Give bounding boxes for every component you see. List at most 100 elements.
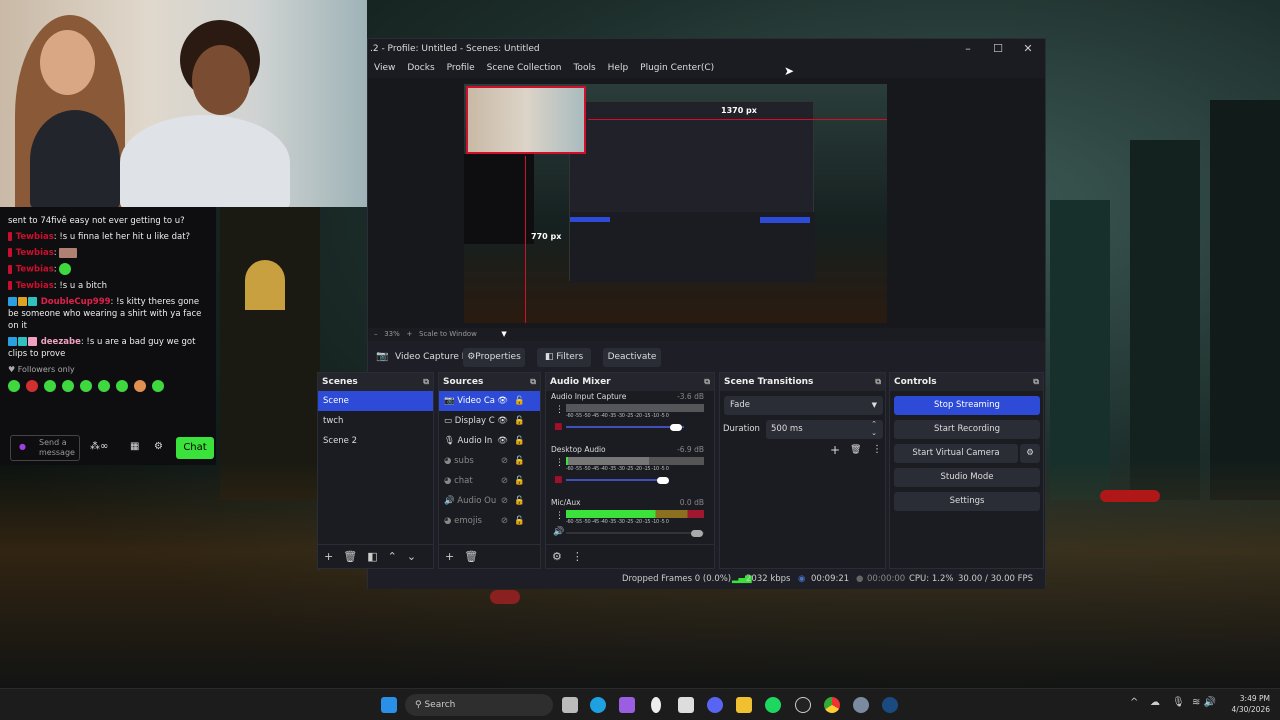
username[interactable]: Tewbias: [16, 232, 54, 242]
move-down-icon[interactable]: ⌄: [407, 550, 416, 563]
trash-icon[interactable]: 🗑: [464, 550, 478, 563]
eye-hidden-icon[interactable]: ⊘: [501, 471, 508, 491]
more-options-icon[interactable]: ⋮: [872, 444, 882, 455]
source-item[interactable]: 🎙 Audio In 👁 🔓: [439, 431, 540, 451]
emote-icon[interactable]: [44, 379, 56, 392]
zoom-in-button[interactable]: +: [406, 330, 412, 338]
properties-button[interactable]: ⚙Properties: [463, 348, 525, 367]
zoom-out-button[interactable]: –: [374, 330, 378, 338]
source-item[interactable]: 🔊 Audio Ou ⊘ 🔓: [439, 491, 540, 511]
virtual-camera-settings-gear-icon[interactable]: ⚙: [1020, 444, 1040, 463]
username[interactable]: Tewbias: [16, 248, 54, 258]
file-explorer-icon[interactable]: [736, 697, 752, 713]
clock[interactable]: 3:49 PM 4/30/2026: [1228, 693, 1270, 715]
undock-icon[interactable]: ⧉: [423, 373, 429, 391]
menu-profile[interactable]: Profile: [447, 63, 475, 73]
eye-icon[interactable]: 👁: [497, 431, 508, 451]
volume-slider[interactable]: [566, 532, 704, 534]
scene-item[interactable]: Scene: [318, 391, 433, 411]
copilot-icon[interactable]: [619, 697, 635, 713]
volume-slider-handle[interactable]: [657, 477, 669, 484]
eye-icon[interactable]: 👁: [497, 391, 508, 411]
preview-area[interactable]: 1370 px 770 px: [368, 78, 1045, 328]
chrome-icon[interactable]: [824, 697, 840, 713]
scene-item[interactable]: twch: [318, 411, 433, 431]
start-virtual-camera-button[interactable]: Start Virtual Camera: [894, 444, 1018, 463]
filters-button[interactable]: ◧ Filters: [537, 348, 591, 367]
add-icon[interactable]: +: [324, 550, 333, 563]
emote-icon[interactable]: [98, 379, 110, 392]
settings-button[interactable]: Settings: [894, 492, 1040, 511]
stop-streaming-button[interactable]: Stop Streaming: [894, 396, 1040, 415]
lock-icon[interactable]: 🔓: [514, 511, 525, 531]
menu-plugin-center[interactable]: Plugin Center(C): [640, 63, 714, 73]
eye-icon[interactable]: 👁: [497, 411, 508, 431]
obs-icon[interactable]: [795, 697, 811, 713]
studio-mode-button[interactable]: Studio Mode: [894, 468, 1040, 487]
volume-slider-handle[interactable]: [691, 530, 703, 537]
task-view-icon[interactable]: [562, 697, 578, 713]
maximize-button[interactable]: ☐: [983, 39, 1013, 59]
volume-slider[interactable]: [566, 426, 684, 428]
move-up-icon[interactable]: ⌃: [388, 550, 397, 563]
microphone-icon[interactable]: 🎙: [1172, 697, 1185, 708]
muted-speaker-icon[interactable]: ■: [554, 475, 563, 485]
windows-start-icon[interactable]: [381, 697, 397, 713]
muted-speaker-icon[interactable]: ■: [554, 422, 563, 432]
spotify-icon[interactable]: [765, 697, 781, 713]
channel-menu-icon[interactable]: ⋮: [555, 458, 564, 468]
lock-icon[interactable]: 🔓: [514, 451, 525, 471]
menu-scene-collection[interactable]: Scene Collection: [487, 63, 562, 73]
source-item[interactable]: ◕ chat ⊘ 🔓: [439, 471, 540, 491]
emote-icon[interactable]: [116, 379, 128, 392]
spin-arrows-icon[interactable]: ⌃ ⌄: [871, 420, 877, 438]
lock-icon[interactable]: 🔓: [514, 491, 525, 511]
source-item[interactable]: ◕ subs ⊘ 🔓: [439, 451, 540, 471]
more-options-icon[interactable]: ⋮: [572, 550, 583, 563]
store-icon[interactable]: ▦: [130, 441, 139, 453]
volume-slider[interactable]: [566, 479, 661, 481]
add-transition-icon[interactable]: +: [830, 443, 840, 457]
tray-overflow-icon[interactable]: ^: [1130, 697, 1138, 708]
chat-send-button[interactable]: Chat: [176, 437, 214, 459]
menu-tools[interactable]: Tools: [573, 63, 595, 73]
menu-view[interactable]: View: [374, 63, 395, 73]
duration-spinbox[interactable]: 500 ms ⌃ ⌄: [766, 420, 883, 439]
minimize-button[interactable]: –: [953, 39, 983, 59]
lock-icon[interactable]: 🔓: [514, 471, 525, 491]
add-icon[interactable]: +: [445, 550, 454, 563]
settings-icon[interactable]: [853, 697, 869, 713]
eye-hidden-icon[interactable]: ⊘: [501, 491, 508, 511]
edge-icon[interactable]: [590, 697, 606, 713]
store-icon[interactable]: [678, 697, 694, 713]
username[interactable]: Tewbias: [16, 265, 54, 275]
undock-icon[interactable]: ⧉: [875, 373, 881, 391]
undock-icon[interactable]: ⧉: [704, 373, 710, 391]
menu-docks[interactable]: Docks: [407, 63, 434, 73]
menu-help[interactable]: Help: [608, 63, 629, 73]
channel-menu-icon[interactable]: ⋮: [555, 511, 564, 521]
advanced-audio-icon[interactable]: ⚙: [552, 550, 562, 563]
emote-icon[interactable]: [62, 379, 74, 392]
settings-gear-icon[interactable]: ⚙: [154, 441, 163, 453]
lock-icon[interactable]: 🔓: [514, 431, 525, 451]
emote-icon[interactable]: [152, 379, 164, 392]
source-item[interactable]: ◕ emojis ⊘ 🔓: [439, 511, 540, 531]
source-item[interactable]: 📷 Video Ca 👁 🔓: [439, 391, 540, 411]
username[interactable]: DoubleCup999: [41, 297, 111, 307]
undock-icon[interactable]: ⧉: [530, 373, 536, 391]
lock-icon[interactable]: 🔓: [514, 411, 525, 431]
source-item[interactable]: ▭ Display C 👁 🔓: [439, 411, 540, 431]
scale-mode[interactable]: Scale to Window: [419, 330, 477, 338]
trash-icon[interactable]: 🗑: [850, 445, 861, 455]
wifi-volume-icon[interactable]: ≋ 🔊: [1192, 697, 1216, 708]
channel-menu-icon[interactable]: ⋮: [555, 405, 564, 415]
emote-icon[interactable]: [8, 379, 20, 392]
selected-video-capture-source[interactable]: [466, 86, 586, 154]
onedrive-icon[interactable]: ☁: [1150, 697, 1160, 708]
speaker-icon[interactable]: 🔊: [553, 527, 564, 537]
taskbar-search[interactable]: ⚲ Search: [405, 694, 553, 716]
chat-message-input[interactable]: ● Send a message: [10, 435, 80, 461]
filter-icon[interactable]: ◧: [367, 550, 377, 563]
trash-icon[interactable]: 🗑: [343, 550, 357, 563]
